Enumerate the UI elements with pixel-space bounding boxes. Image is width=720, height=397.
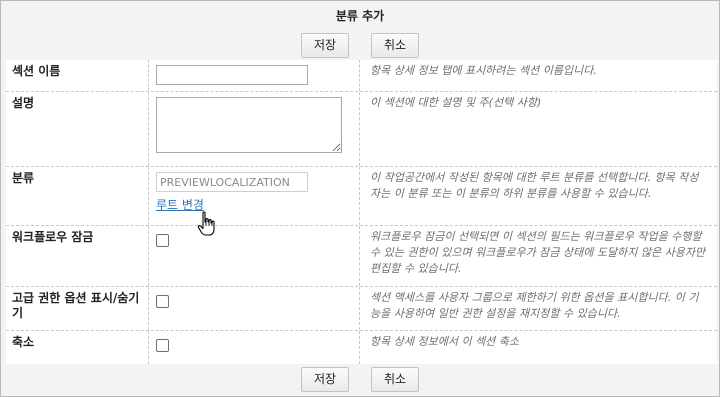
row-category: 분류 루트 변경 이 작업공간에서 작성된 항목에 대한 루트 분류를 선택합니… — [6, 167, 717, 226]
row-collapse: 축소 항목 상세 정보에서 이 섹션 축소 — [6, 331, 717, 364]
section-name-input[interactable] — [156, 65, 308, 85]
hand-pointer-cursor-icon — [197, 211, 215, 236]
row-advanced-permissions: 고급 권한 옵션 표시/숨기기 섹션 액세스를 사용자 그룹으로 제한하기 위한… — [6, 287, 717, 331]
cancel-button-top[interactable]: 취소 — [371, 33, 419, 58]
add-category-dialog: 분류 추가 저장 취소 섹션 이름 항목 상세 정보 탭에 표시하려는 섹션 이… — [0, 0, 720, 397]
workflow-lock-help: 워크플로우 잠금이 선택되면 이 섹션의 필드는 워크플로우 작업을 수행할 수… — [370, 230, 706, 275]
section-name-label: 섹션 이름 — [12, 64, 61, 78]
section-name-help: 항목 상세 정보 탭에 표시하려는 섹션 이름입니다. — [370, 64, 597, 77]
save-button-bottom[interactable]: 저장 — [301, 367, 349, 392]
workflow-lock-label: 워크플로우 잠금 — [12, 230, 94, 244]
advanced-permissions-checkbox[interactable] — [156, 295, 169, 308]
workflow-lock-checkbox[interactable] — [156, 234, 169, 247]
row-description: 설명 이 섹션에 대한 설명 및 주(선택 사항) — [6, 92, 717, 167]
category-label: 분류 — [12, 171, 35, 185]
category-help: 이 작업공간에서 작성된 항목에 대한 루트 분류를 선택합니다. 항목 작성자… — [370, 171, 699, 200]
description-label: 설명 — [12, 96, 35, 110]
advanced-permissions-label: 고급 권한 옵션 표시/숨기기 — [12, 291, 140, 320]
row-workflow-lock: 워크플로우 잠금 워크플로우 잠금이 선택되면 이 섹션의 필드는 워크플로우 … — [6, 226, 717, 287]
description-textarea[interactable] — [156, 97, 342, 153]
row-section-name: 섹션 이름 항목 상세 정보 탭에 표시하려는 섹션 이름입니다. — [6, 60, 717, 92]
advanced-permissions-help: 섹션 액세스를 사용자 그룹으로 제한하기 위한 옵션을 표시합니다. 이 기능… — [370, 291, 699, 320]
section-form: 섹션 이름 항목 상세 정보 탭에 표시하려는 섹션 이름입니다. 설명 이 섹… — [6, 60, 717, 364]
category-input — [156, 172, 308, 192]
collapse-label: 축소 — [12, 335, 35, 349]
cancel-button-bottom[interactable]: 취소 — [371, 367, 419, 392]
description-help: 이 섹션에 대한 설명 및 주(선택 사항) — [370, 96, 542, 109]
collapse-help: 항목 상세 정보에서 이 섹션 축소 — [370, 335, 520, 348]
save-button-top[interactable]: 저장 — [301, 33, 349, 58]
dialog-title: 분류 추가 — [335, 9, 385, 23]
collapse-checkbox[interactable] — [156, 339, 169, 352]
